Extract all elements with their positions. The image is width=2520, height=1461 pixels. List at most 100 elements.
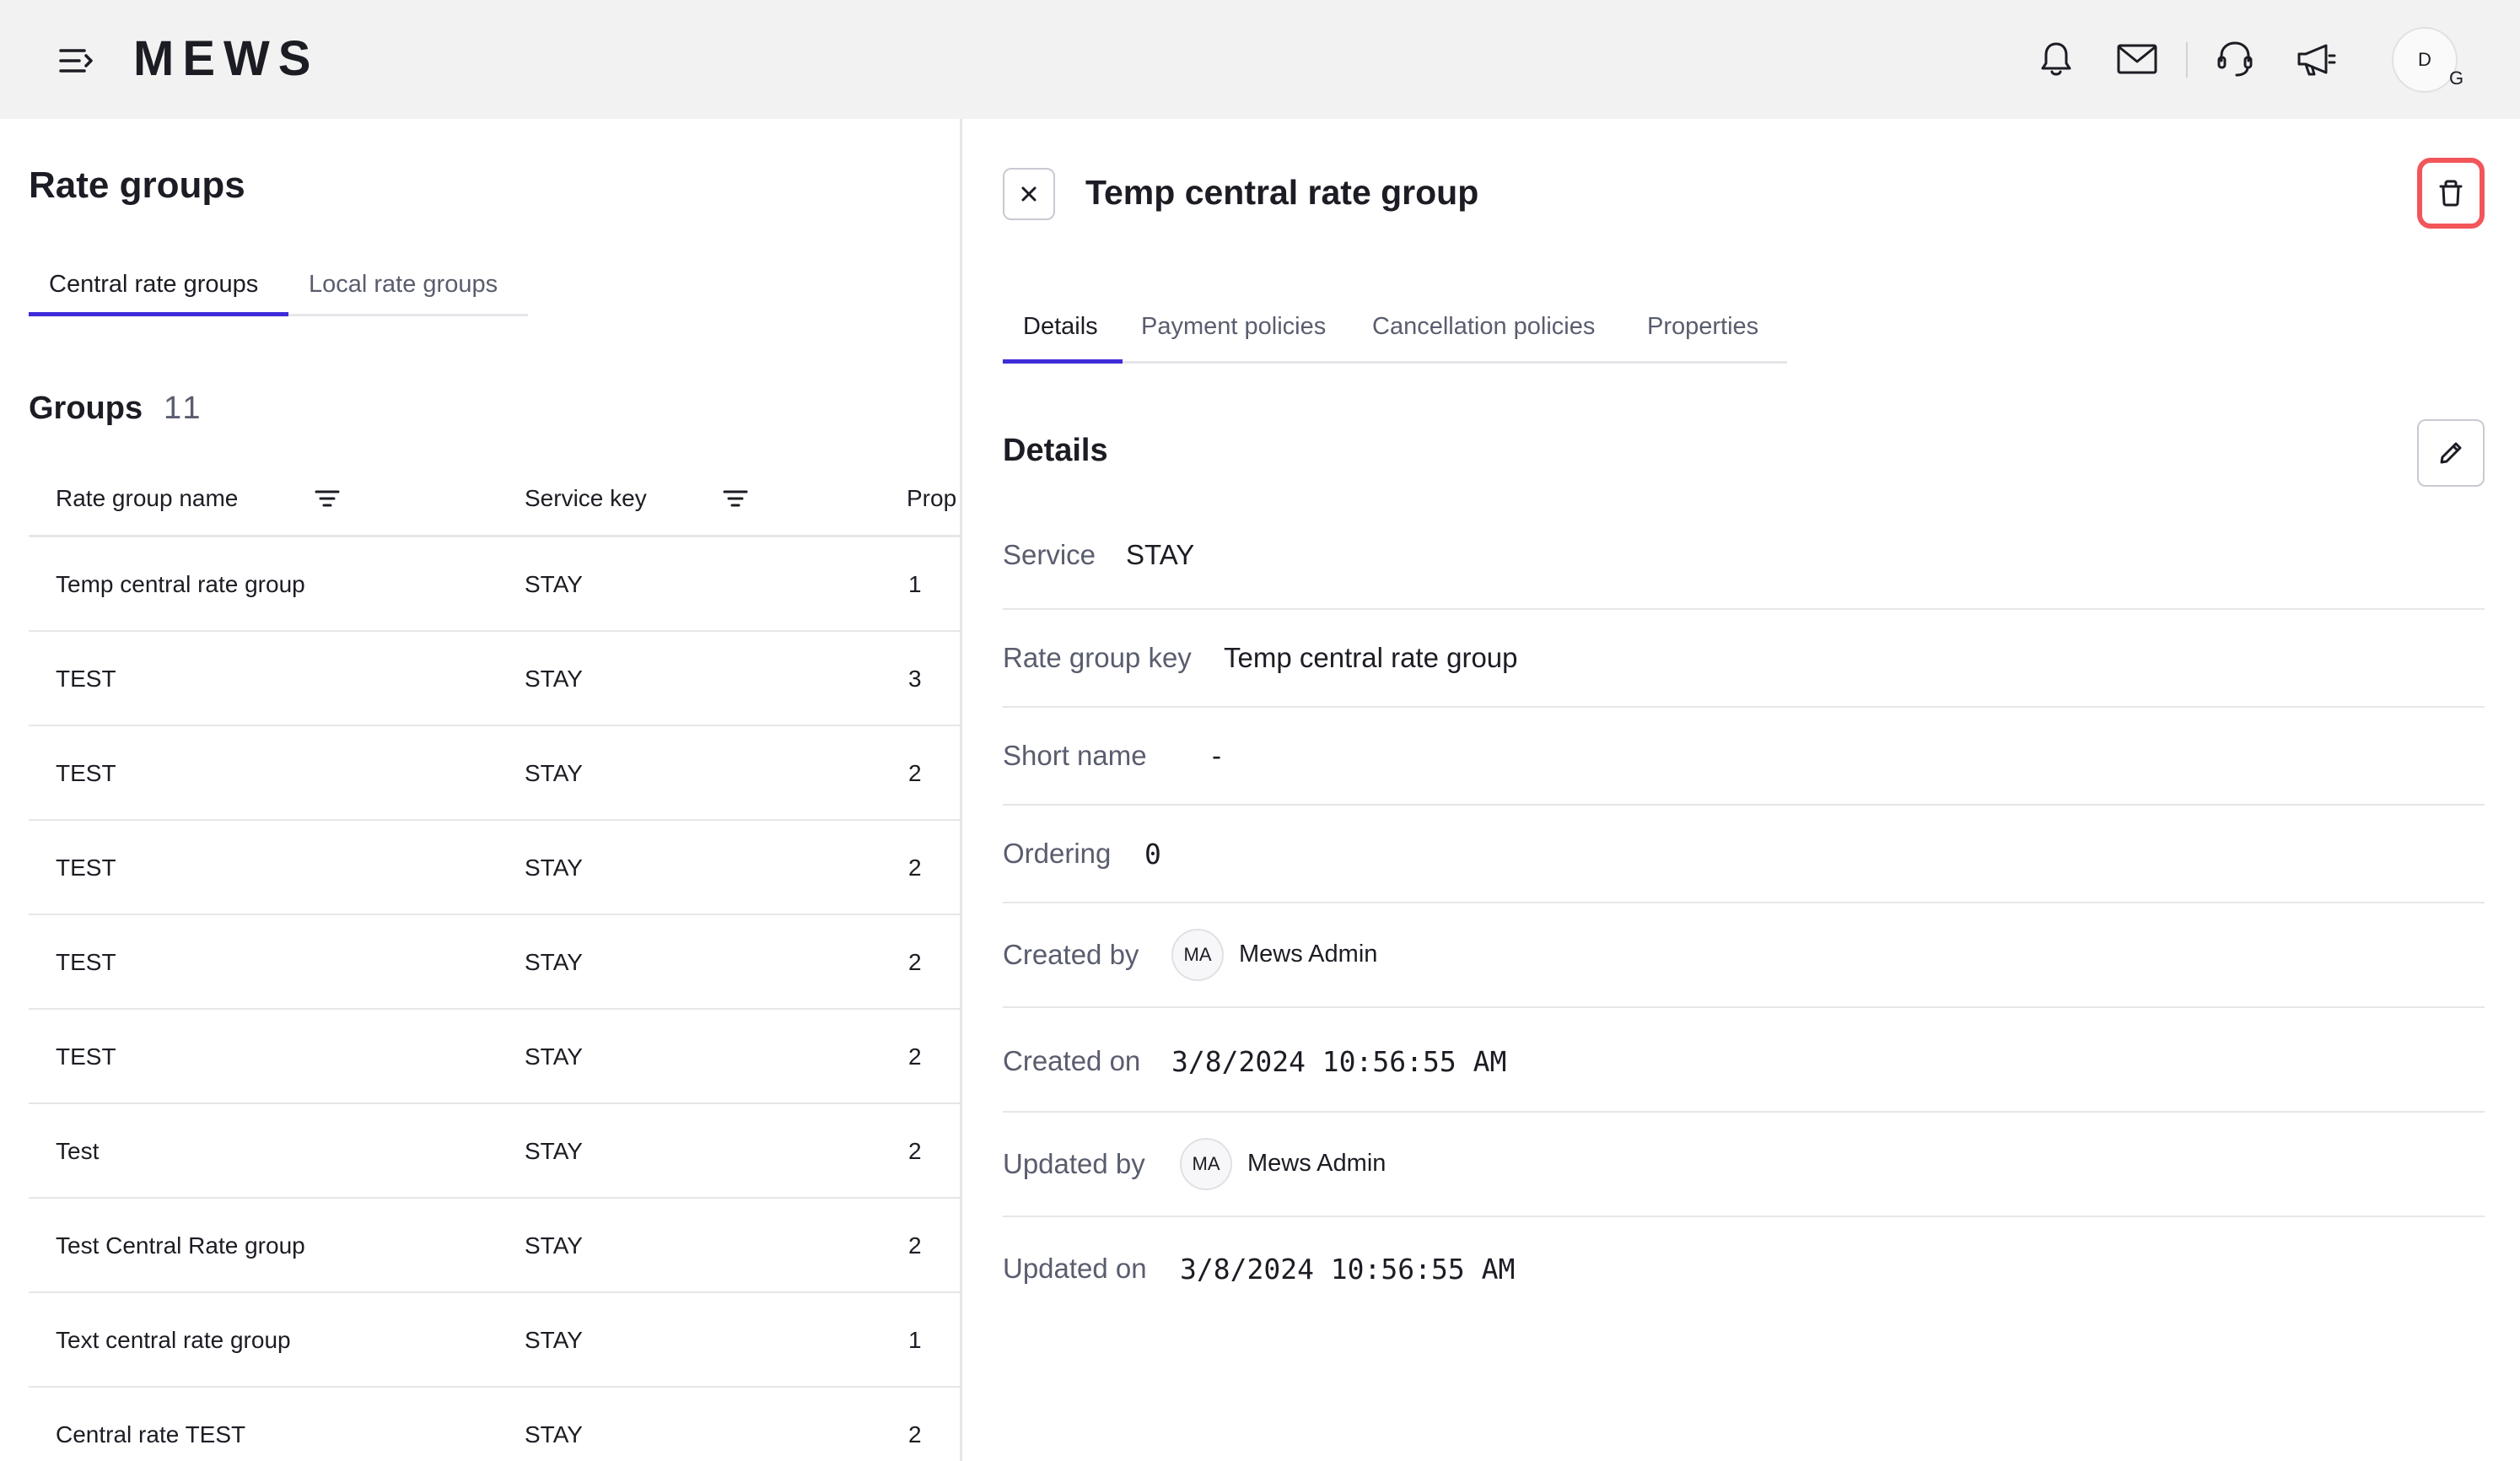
cell-service-key: STAY: [525, 571, 583, 597]
table-header: Rate group name Service key Prop: [29, 465, 960, 537]
field-label: Created on: [1003, 1045, 1141, 1076]
cell-properties: 2: [908, 1232, 922, 1259]
tab-label: Local rate groups: [309, 271, 498, 298]
field-label: Updated on: [1003, 1253, 1147, 1284]
table-row[interactable]: TEST STAY 2: [29, 915, 960, 1010]
cell-rate-group-name: TEST: [56, 1043, 116, 1070]
field-value: 0: [1144, 838, 1161, 871]
avatar: MA: [1171, 929, 1224, 981]
field-label: Rate group key: [1003, 642, 1192, 673]
field-label: Created by: [1003, 939, 1139, 970]
groups-count: 11: [164, 391, 204, 426]
cell-rate-group-name: Test: [56, 1138, 100, 1164]
mews-logo[interactable]: MEWS: [133, 34, 319, 84]
tab-label: Central rate groups: [49, 271, 259, 298]
active-tab-indicator: [1003, 359, 1123, 364]
user-avatar[interactable]: D: [2392, 27, 2458, 93]
menu-icon[interactable]: [56, 44, 96, 78]
field-value: STAY: [1126, 539, 1195, 570]
cell-properties: 2: [908, 854, 922, 881]
cell-service-key: STAY: [525, 1327, 583, 1353]
cell-properties: 2: [908, 760, 922, 786]
cell-properties: 2: [908, 1138, 922, 1164]
mail-icon[interactable]: [2115, 37, 2159, 81]
cell-rate-group-name: Test Central Rate group: [56, 1232, 305, 1259]
table-row[interactable]: Central rate TEST STAY 2: [29, 1388, 960, 1461]
field-value: 3/8/2024 10:56:55 AM: [1180, 1253, 1516, 1286]
cell-properties: 1: [908, 1327, 922, 1353]
tab-properties[interactable]: Properties: [1647, 313, 1758, 341]
column-header-service-key[interactable]: Service key: [525, 485, 647, 512]
cell-rate-group-name: TEST: [56, 949, 116, 975]
detail-row-service: Service STAY: [1003, 519, 2485, 610]
cell-properties: 2: [908, 1043, 922, 1070]
filter-icon[interactable]: [722, 485, 749, 512]
table-row[interactable]: TEST STAY 2: [29, 821, 960, 915]
cell-rate-group-name: TEST: [56, 666, 116, 692]
tab-local-rate-groups[interactable]: Local rate groups: [309, 267, 528, 316]
field-value: Mews Admin: [1239, 941, 1378, 968]
cell-service-key: STAY: [525, 854, 583, 881]
top-bar: MEWS D G: [0, 0, 2520, 119]
cell-properties: 1: [908, 571, 922, 597]
groups-heading: Groups: [29, 391, 143, 426]
detail-row-updated-by: Updated by MA Mews Admin: [1003, 1113, 2485, 1217]
cell-rate-group-name: TEST: [56, 854, 116, 881]
cell-service-key: STAY: [525, 666, 583, 692]
rate-groups-list-panel: Rate groups Central rate groups Local ra…: [0, 119, 960, 1461]
table-row[interactable]: TEST STAY 3: [29, 632, 960, 726]
table-row[interactable]: Test STAY 2: [29, 1104, 960, 1199]
table-row[interactable]: Test Central Rate group STAY 2: [29, 1199, 960, 1293]
close-button[interactable]: [1003, 168, 1055, 220]
detail-title: Temp central rate group: [1085, 173, 1479, 212]
filter-icon[interactable]: [314, 485, 341, 512]
field-value: Mews Admin: [1247, 1150, 1387, 1177]
column-header-rate-group-name[interactable]: Rate group name: [56, 485, 238, 512]
field-label: Short name: [1003, 740, 1147, 771]
field-value: -: [1212, 740, 1221, 771]
cell-rate-group-name: Text central rate group: [56, 1327, 291, 1353]
tab-details[interactable]: Details: [1023, 313, 1098, 341]
avatar-badge: G: [2449, 67, 2464, 89]
cell-service-key: STAY: [525, 1043, 583, 1070]
column-header-properties[interactable]: Prop: [907, 485, 956, 512]
cell-service-key: STAY: [525, 949, 583, 975]
tab-payment-policies[interactable]: Payment policies: [1141, 313, 1326, 341]
tab-central-rate-groups[interactable]: Central rate groups: [49, 267, 288, 316]
section-title: Details: [1003, 433, 1108, 468]
table-row[interactable]: TEST STAY 2: [29, 1010, 960, 1104]
detail-row-created-on: Created on 3/8/2024 10:56:55 AM: [1003, 1008, 2485, 1113]
tab-cancellation-policies[interactable]: Cancellation policies: [1372, 313, 1595, 341]
field-value: 3/8/2024 10:56:55 AM: [1171, 1045, 1507, 1078]
cell-rate-group-name: TEST: [56, 760, 116, 786]
bell-icon[interactable]: [2034, 37, 2078, 81]
pencil-icon: [2419, 421, 2483, 485]
detail-row-created-by: Created by MA Mews Admin: [1003, 903, 2485, 1008]
active-tab-indicator: [29, 312, 288, 316]
edit-button[interactable]: [2417, 419, 2485, 487]
detail-row-short-name: Short name -: [1003, 708, 2485, 806]
trash-icon: [2422, 163, 2480, 224]
page-title: Rate groups: [29, 164, 245, 206]
field-label: Ordering: [1003, 838, 1112, 869]
cell-service-key: STAY: [525, 1138, 583, 1164]
avatar: MA: [1180, 1138, 1232, 1190]
megaphone-icon[interactable]: [2294, 37, 2338, 81]
cell-service-key: STAY: [525, 760, 583, 786]
headset-icon[interactable]: [2213, 37, 2257, 81]
delete-button[interactable]: [2417, 158, 2485, 229]
cell-rate-group-name: Central rate TEST: [56, 1421, 246, 1448]
field-label: Updated by: [1003, 1148, 1145, 1179]
field-value: Temp central rate group: [1224, 642, 1518, 673]
topbar-separator: [2186, 42, 2188, 78]
detail-row-rate-group-key: Rate group key Temp central rate group: [1003, 610, 2485, 708]
cell-properties: 2: [908, 1421, 922, 1448]
rate-group-detail-panel: Temp central rate group Details Payment …: [962, 119, 2520, 1461]
detail-row-updated-on: Updated on 3/8/2024 10:56:55 AM: [1003, 1217, 2485, 1322]
cell-properties: 2: [908, 949, 922, 975]
cell-rate-group-name: Temp central rate group: [56, 571, 305, 597]
table-row[interactable]: Text central rate group STAY 1: [29, 1293, 960, 1388]
field-label: Service: [1003, 539, 1096, 570]
table-row[interactable]: TEST STAY 2: [29, 726, 960, 821]
table-row[interactable]: Temp central rate group STAY 1: [29, 537, 960, 632]
